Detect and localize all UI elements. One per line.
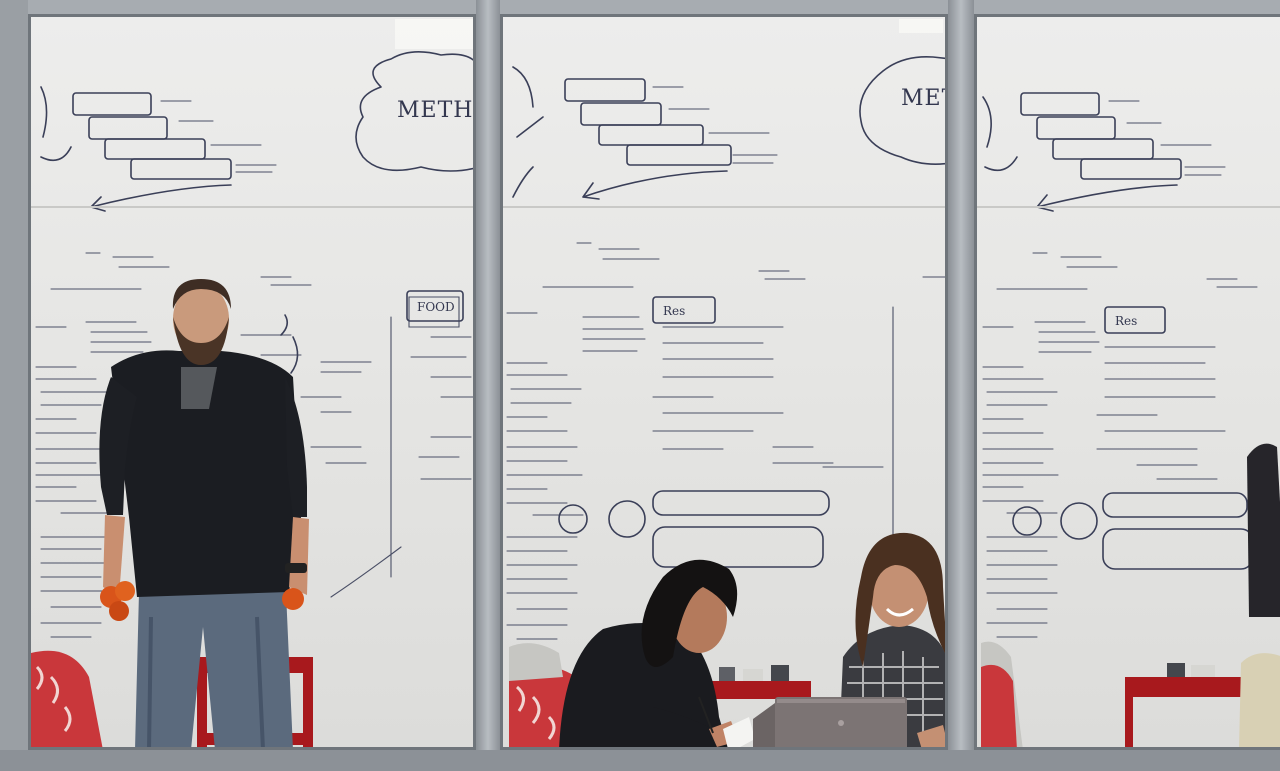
window-pane-left: METHOD FOOD [28,14,476,750]
laptop [753,697,907,747]
office-window-scene: METHOD FOOD [0,0,1280,771]
window-pane-center: METH Res [500,14,948,750]
person-standing-juggling [99,279,309,747]
window-frame-bottom [0,750,1280,771]
window-frame-left [0,0,28,771]
window-pane-right: Res [974,14,1280,750]
window-mullion-2 [948,0,974,771]
window-frame-top [0,0,1280,14]
window-mullion-1 [476,0,500,771]
furniture-right [981,443,1280,747]
